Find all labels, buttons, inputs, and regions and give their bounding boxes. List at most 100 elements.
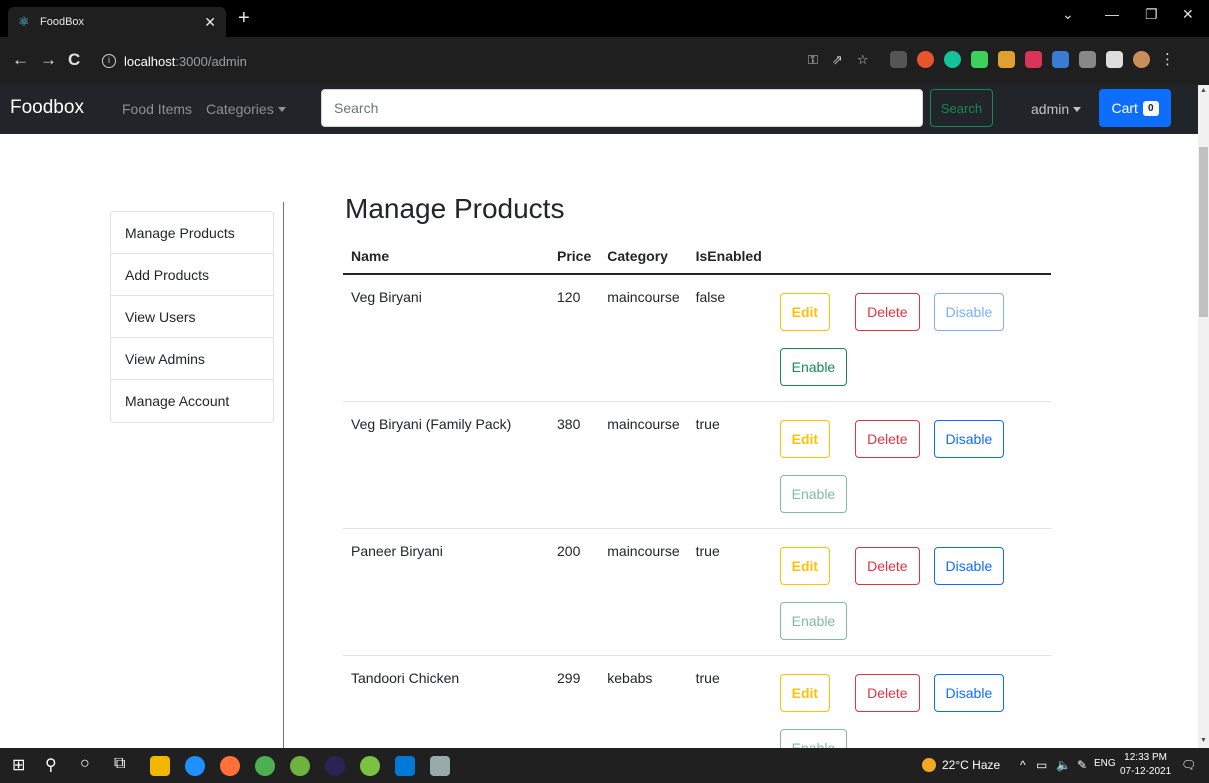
caret-down-icon bbox=[1073, 107, 1082, 112]
sidebar-item-add-products[interactable]: Add Products bbox=[111, 254, 273, 296]
admin-sidebar: Manage Products Add Products View Users … bbox=[110, 211, 274, 423]
disable-button[interactable]: Disable bbox=[933, 546, 1005, 585]
nav-link-food-items[interactable]: Food Items bbox=[122, 101, 192, 117]
delete-button[interactable]: Delete bbox=[855, 546, 920, 585]
bookmark-star-icon[interactable]: ☆ bbox=[857, 52, 869, 68]
edit-button[interactable]: Edit bbox=[779, 673, 831, 712]
reload-icon[interactable]: C bbox=[68, 50, 80, 70]
system-clock[interactable]: 12:33 PM 07-12-2021 bbox=[1120, 751, 1171, 779]
extension-icon[interactable] bbox=[1025, 51, 1042, 68]
shield-extension-icon[interactable] bbox=[971, 51, 988, 68]
edit-button[interactable]: Edit bbox=[779, 546, 831, 585]
product-category: maincourse bbox=[599, 401, 688, 529]
brand-logo[interactable]: Foodbox bbox=[10, 97, 84, 119]
cart-count-badge: 0 bbox=[1142, 100, 1159, 116]
eclipse-icon[interactable] bbox=[325, 756, 345, 776]
edit-button[interactable]: Edit bbox=[779, 293, 831, 331]
product-name: Paneer Biryani bbox=[343, 528, 549, 656]
user-menu-label: admin bbox=[1031, 101, 1070, 117]
clock-time: 12:33 PM bbox=[1124, 752, 1167, 763]
nav-dropdown-categories[interactable]: Categories bbox=[206, 101, 286, 117]
puzzle-extensions-icon[interactable] bbox=[1106, 51, 1123, 68]
admin-user-menu[interactable]: admin bbox=[1031, 101, 1082, 117]
weather-icon[interactable] bbox=[922, 758, 936, 772]
tab-search-icon[interactable]: ⌄ bbox=[1062, 6, 1074, 23]
browser-tab[interactable]: ⚛ FoodBox ✕ bbox=[8, 7, 226, 37]
search-icon[interactable]: ⚲ bbox=[45, 755, 57, 775]
extension-icon[interactable] bbox=[1052, 51, 1069, 68]
search-button[interactable]: Search bbox=[930, 89, 993, 127]
enable-button[interactable]: Enable bbox=[779, 474, 848, 513]
disable-button[interactable]: Disable bbox=[933, 293, 1005, 331]
pen-icon[interactable]: ✎ bbox=[1077, 758, 1087, 772]
volume-icon[interactable]: 🔈 bbox=[1056, 758, 1071, 772]
maximize-icon[interactable]: ❐ bbox=[1145, 6, 1158, 23]
table-row: Veg Biryani (Family Pack) 380 maincourse… bbox=[343, 401, 1051, 529]
chrome-icon[interactable] bbox=[255, 756, 275, 776]
app-icon[interactable] bbox=[430, 756, 450, 776]
product-enabled: true bbox=[687, 401, 772, 529]
edit-button[interactable]: Edit bbox=[779, 419, 831, 458]
column-header-category: Category bbox=[599, 238, 688, 275]
sidebar-item-view-admins[interactable]: View Admins bbox=[111, 338, 273, 380]
extension-icon[interactable] bbox=[917, 51, 934, 68]
share-icon[interactable]: ⇗ bbox=[832, 52, 843, 68]
search-input[interactable] bbox=[321, 89, 923, 127]
minimize-icon[interactable]: — bbox=[1105, 6, 1119, 22]
firefox-icon[interactable] bbox=[220, 756, 240, 776]
language-indicator[interactable]: ENG bbox=[1094, 758, 1116, 769]
url-host: localhost bbox=[124, 53, 176, 69]
cart-button[interactable]: Cart 0 bbox=[1099, 89, 1171, 127]
browser-tab-strip: ⚛ FoodBox ✕ + ⌄ — ❐ ✕ bbox=[0, 0, 1209, 37]
scroll-up-icon[interactable]: ▲ bbox=[1200, 87, 1207, 94]
scroll-thumb[interactable] bbox=[1199, 147, 1208, 317]
react-favicon-icon: ⚛ bbox=[18, 14, 30, 29]
enable-button[interactable]: Enable bbox=[779, 601, 848, 640]
page-scrollbar[interactable]: ▲ ▼ bbox=[1198, 85, 1209, 748]
disable-button[interactable]: Disable bbox=[933, 419, 1005, 458]
extension-icon[interactable] bbox=[890, 51, 907, 68]
notification-icon[interactable]: 🗨 bbox=[1181, 758, 1196, 772]
vscode-icon[interactable] bbox=[395, 756, 415, 776]
delete-button[interactable]: Delete bbox=[855, 419, 920, 458]
extensions-bar: ⋮ bbox=[890, 51, 1175, 68]
new-tab-icon[interactable]: + bbox=[238, 8, 250, 28]
tray-chevron-icon[interactable]: ^ bbox=[1020, 758, 1026, 772]
site-info-icon[interactable]: i bbox=[102, 54, 116, 68]
network-icon[interactable]: ▭ bbox=[1036, 758, 1047, 772]
edge-icon[interactable] bbox=[185, 756, 205, 776]
close-tab-icon[interactable]: ✕ bbox=[204, 14, 216, 31]
delete-button[interactable]: Delete bbox=[855, 293, 920, 331]
task-view-icon[interactable]: ⧉ bbox=[114, 755, 125, 773]
app-icon[interactable] bbox=[360, 756, 380, 776]
product-name: Veg Biryani bbox=[343, 274, 549, 402]
weather-text[interactable]: 22°C Haze bbox=[942, 758, 1000, 772]
grammarly-icon[interactable] bbox=[944, 51, 961, 68]
sidebar-item-manage-account[interactable]: Manage Account bbox=[111, 380, 273, 422]
cortana-icon[interactable]: ○ bbox=[80, 755, 90, 773]
product-name: Veg Biryani (Family Pack) bbox=[343, 401, 549, 529]
product-price: 380 bbox=[549, 401, 600, 529]
windows-start-icon[interactable]: ⊞ bbox=[12, 755, 25, 775]
sidebar-item-manage-products[interactable]: Manage Products bbox=[111, 212, 273, 254]
browser-menu-icon[interactable]: ⋮ bbox=[1160, 51, 1175, 68]
clock-date: 07-12-2021 bbox=[1120, 766, 1172, 777]
back-icon[interactable]: ← bbox=[12, 50, 29, 70]
enable-button[interactable]: Enable bbox=[779, 348, 848, 386]
profile-avatar[interactable] bbox=[1133, 51, 1150, 68]
disable-button[interactable]: Disable bbox=[933, 673, 1005, 712]
cart-label: Cart bbox=[1111, 100, 1138, 116]
sidebar-item-view-users[interactable]: View Users bbox=[111, 296, 273, 338]
extension-icon[interactable] bbox=[1079, 51, 1096, 68]
forward-icon[interactable]: → bbox=[40, 50, 57, 70]
delete-button[interactable]: Delete bbox=[855, 673, 920, 712]
caret-down-icon bbox=[277, 107, 286, 112]
key-icon[interactable]: ⚿ bbox=[808, 52, 818, 68]
product-enabled: false bbox=[687, 274, 772, 402]
address-bar[interactable]: i localhost:3000/admin bbox=[98, 47, 898, 75]
scroll-down-icon[interactable]: ▼ bbox=[1200, 737, 1207, 744]
window-close-icon[interactable]: ✕ bbox=[1182, 6, 1194, 23]
spring-tools-icon[interactable] bbox=[290, 756, 310, 776]
file-explorer-icon[interactable] bbox=[150, 756, 170, 776]
extension-icon[interactable] bbox=[998, 51, 1015, 68]
